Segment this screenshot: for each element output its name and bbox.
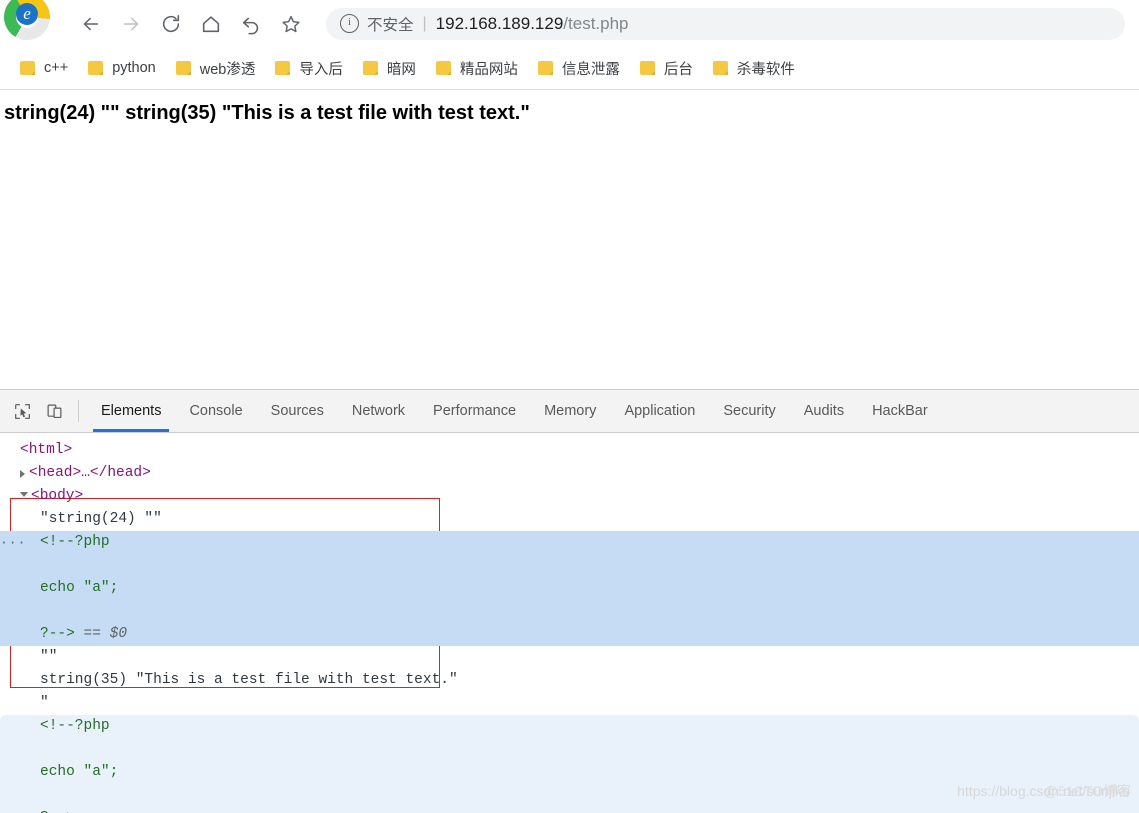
bookmark-item[interactable]: 后台 <box>630 54 703 82</box>
navigation-buttons <box>78 11 304 37</box>
folder-icon <box>275 61 291 75</box>
dom-line-text: echo "a"; <box>40 580 119 597</box>
bookmark-label: web渗透 <box>199 61 256 78</box>
dom-tree-line[interactable] <box>0 738 1139 761</box>
dom-tree[interactable]: <html> <head>…</head> <body> "string(24) ""… <box>0 433 1139 813</box>
dom-tree-line[interactable] <box>0 554 1139 577</box>
dom-tree-line[interactable]: ?--> <box>0 807 1139 813</box>
bookmark-item[interactable]: 信息泄露 <box>528 54 630 82</box>
dom-line-text: "" <box>40 649 58 666</box>
home-icon[interactable] <box>198 11 224 37</box>
devtools-tab-performance[interactable]: Performance <box>419 390 530 432</box>
dom-line-text: <!--?php <box>40 534 110 551</box>
bookmark-label: c++ <box>44 60 69 76</box>
folder-icon <box>362 61 378 75</box>
folder-icon <box>435 61 451 75</box>
chevron-right-icon[interactable] <box>20 469 25 478</box>
page-body-text: string(24) "" string(35) "This is a test… <box>4 102 530 124</box>
devtools-tab-security[interactable]: Security <box>709 390 789 432</box>
bookmark-item[interactable]: 杀毒软件 <box>703 54 805 82</box>
undo-arrow-icon[interactable] <box>238 11 264 37</box>
back-arrow-icon[interactable] <box>78 11 104 37</box>
devtools-tab-audits[interactable]: Audits <box>790 390 858 432</box>
selected-node-marker: == $0 <box>74 626 128 643</box>
dom-line-text: string(35) "This is a test file with tes… <box>40 672 458 689</box>
dom-line-text: ?--> <box>40 626 75 643</box>
inspect-element-icon[interactable] <box>6 390 38 432</box>
chrome-logo-e-glyph: e <box>16 2 38 25</box>
dom-tree-line[interactable]: ··· <!--?php <box>0 531 1139 554</box>
chrome-logo: e <box>4 0 50 40</box>
dom-line-text: <body> <box>31 488 84 505</box>
chevron-down-icon[interactable] <box>20 492 28 501</box>
dom-tree-line[interactable]: "" <box>0 646 1139 669</box>
security-status-text: 不安全 <box>367 16 414 34</box>
dom-line-text: <!--?php <box>40 718 110 735</box>
url-path: /test.php <box>563 13 629 33</box>
bookmark-item[interactable]: 导入后 <box>265 54 353 82</box>
dom-tree-line[interactable]: <head>…</head> <box>0 462 1139 485</box>
dom-line-text: <html> <box>20 442 73 459</box>
dom-tree-line[interactable]: ?--> == $0 <box>0 623 1139 646</box>
folder-icon <box>712 61 728 75</box>
folder-icon <box>639 61 655 75</box>
device-toolbar-icon[interactable] <box>38 390 70 432</box>
dom-line-text: echo "a"; <box>40 764 119 781</box>
devtools-tabbar: Elements Console Sources Network Performance… <box>0 390 1139 433</box>
devtools-tab-elements[interactable]: Elements <box>87 390 175 432</box>
watermark-line2: @51CTO博客 <box>1043 783 1131 799</box>
bookmark-label: 精品网站 <box>459 61 518 78</box>
dom-tree-line[interactable]: echo "a"; <box>0 577 1139 600</box>
folder-icon <box>537 61 553 75</box>
devtools-tab-hackbar[interactable]: HackBar <box>858 390 942 432</box>
devtools-tab-application[interactable]: Application <box>610 390 709 432</box>
star-icon[interactable] <box>278 11 304 37</box>
bookmark-label: 后台 <box>663 61 693 78</box>
bookmark-label: 杀毒软件 <box>736 61 795 78</box>
toolbar-divider <box>78 400 79 422</box>
reload-icon[interactable] <box>158 11 184 37</box>
dom-tree-line[interactable]: string(35) "This is a test file with tes… <box>0 669 1139 692</box>
folder-icon <box>88 61 104 75</box>
bookmarks-bar: c++ python web渗透 导入后 暗网 精品网站 信息泄露 后台 杀毒软件 <box>0 47 1139 90</box>
devtools-tab-list: Elements Console Sources Network Performance… <box>87 390 942 432</box>
devtools-tab-console[interactable]: Console <box>175 390 256 432</box>
url-host: 192.168.189.129 <box>435 13 564 33</box>
devtools-tab-network[interactable]: Network <box>338 390 419 432</box>
dom-tree-line[interactable]: <body> <box>0 485 1139 508</box>
devtools-tab-sources[interactable]: Sources <box>257 390 338 432</box>
info-circle-icon[interactable]: i <box>340 14 359 33</box>
omnibox-separator: | <box>422 14 427 32</box>
address-bar[interactable]: i 不安全 | 192.168.189.129/test.php <box>326 7 1125 40</box>
dom-line-text: "string(24) "" <box>40 511 162 528</box>
dom-tree-line[interactable]: "string(24) "" <box>0 508 1139 531</box>
bookmark-item[interactable]: python <box>78 54 166 82</box>
dom-tree-line[interactable] <box>0 600 1139 623</box>
overflow-ellipsis-icon: ··· <box>0 535 27 550</box>
devtools-panel: Elements Console Sources Network Performance… <box>0 389 1139 813</box>
folder-icon <box>20 61 35 75</box>
dom-line-text: <head>…</head> <box>29 465 151 482</box>
bookmark-label: python <box>112 60 156 76</box>
page-viewport: string(24) "" string(35) "This is a test… <box>0 90 1139 380</box>
dom-tree-line[interactable]: <html> <box>0 439 1139 462</box>
browser-toolbar: e i 不安全 | 192.168.189.129/test.php <box>0 0 1139 47</box>
watermark: https://blog.csdn.net/sunjiku@51CTO博客 <box>957 781 1131 801</box>
bookmark-item[interactable]: 精品网站 <box>426 54 528 82</box>
bookmark-label: 暗网 <box>386 61 416 78</box>
bookmark-item[interactable]: web渗透 <box>166 54 266 82</box>
devtools-tab-memory[interactable]: Memory <box>530 390 610 432</box>
bookmark-item[interactable]: 暗网 <box>353 54 426 82</box>
bookmark-label: 信息泄露 <box>561 61 620 78</box>
bookmark-label: 导入后 <box>299 61 343 78</box>
forward-arrow-icon[interactable] <box>118 11 144 37</box>
dom-line-text: " <box>40 695 49 712</box>
folder-icon <box>175 61 191 75</box>
dom-tree-line[interactable]: " <box>0 692 1139 715</box>
bookmark-item[interactable]: c++ <box>10 54 78 82</box>
dom-tree-line[interactable]: <!--?php <box>0 715 1139 738</box>
